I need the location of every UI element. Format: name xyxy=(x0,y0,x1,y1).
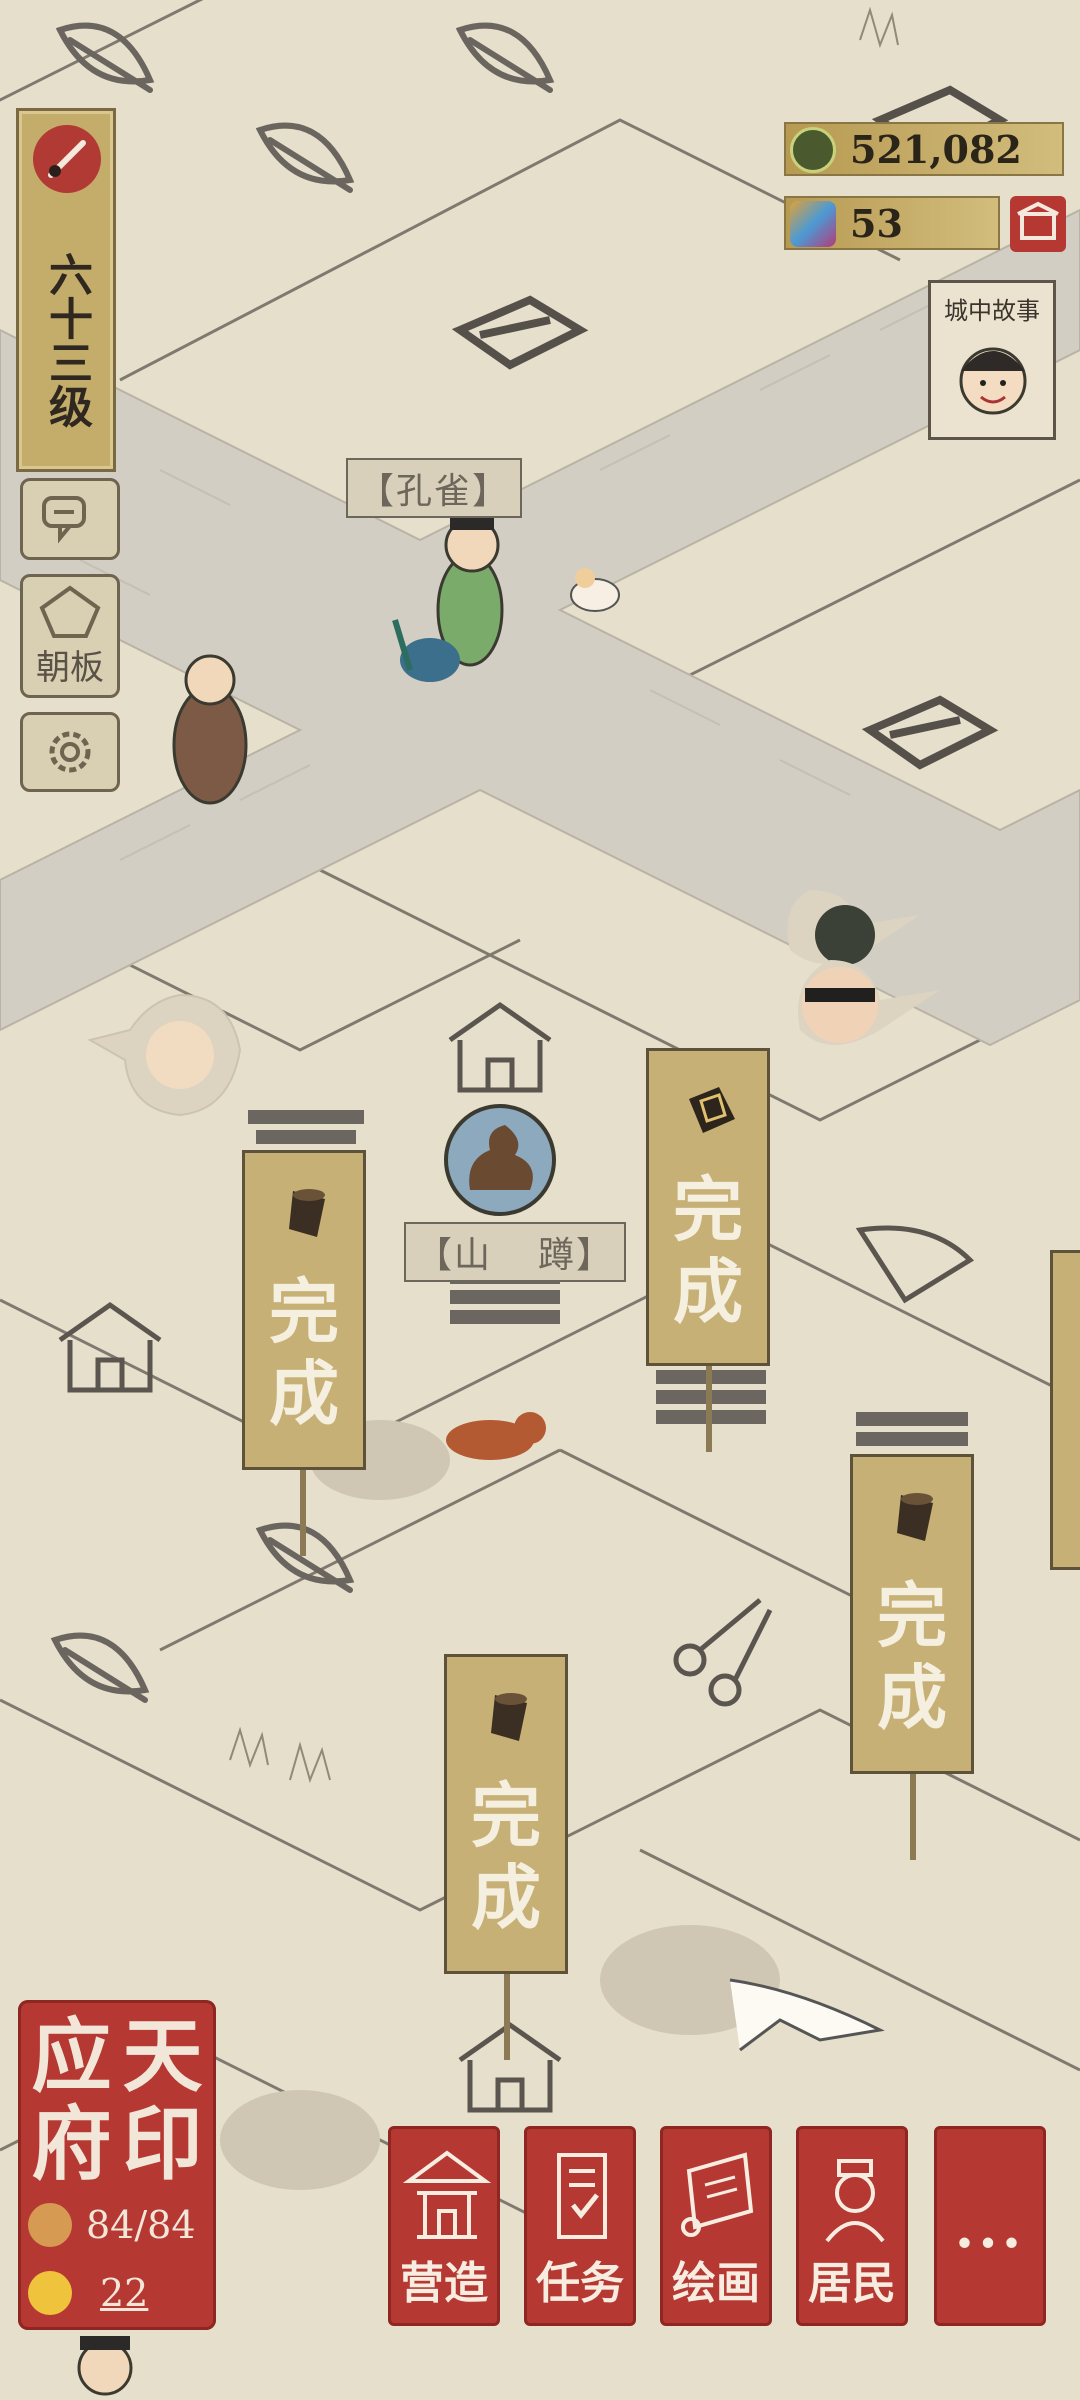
banner-pole xyxy=(706,1366,712,1452)
npc-name-shanjiao-end: 蹲】 xyxy=(538,1235,615,1276)
banner-2-label: 完成 xyxy=(673,1168,743,1333)
completion-banner-1[interactable]: 完成 xyxy=(242,1150,366,1470)
banner-1-label: 完成 xyxy=(269,1270,339,1435)
coin-amount: 521,082 xyxy=(850,126,1022,172)
smiley-icon xyxy=(28,2271,72,2315)
seal-char: 天 xyxy=(122,2009,203,2103)
gem-icon xyxy=(790,201,836,247)
build-label: 营造 xyxy=(400,2258,488,2309)
gear-icon xyxy=(49,731,91,773)
plaque-icon xyxy=(689,1087,735,1133)
board-label: 朝板 xyxy=(36,647,104,688)
seal-title: 应 天 府 印 xyxy=(26,2012,208,2188)
scroll-icon xyxy=(681,2152,754,2237)
banner-pole xyxy=(910,1774,916,1860)
seal-char: 府 xyxy=(31,2097,112,2191)
task-book-icon xyxy=(557,2153,607,2239)
npc-name-shanjiao-start: 【山 xyxy=(416,1235,493,1276)
more-label: ... xyxy=(954,2195,1026,2261)
build-button[interactable]: 营造 xyxy=(388,2126,500,2326)
population-row: 84/84 xyxy=(28,2200,210,2250)
storyteller-portrait-icon xyxy=(959,347,1027,415)
level-panel[interactable]: 六十三级 xyxy=(16,108,116,472)
board-pentagon-icon xyxy=(39,585,101,638)
more-button[interactable]: ... xyxy=(934,2126,1046,2326)
completion-banner-4[interactable]: 完成 xyxy=(444,1654,568,1974)
seal-char: 应 xyxy=(31,2009,112,2103)
shop-icon xyxy=(1017,201,1059,240)
gem-counter[interactable]: 53 xyxy=(784,196,1000,250)
coin-icon xyxy=(790,127,836,173)
painting-label: 绘画 xyxy=(672,2258,760,2309)
banner-4-label: 完成 xyxy=(471,1774,541,1939)
chat-button[interactable] xyxy=(20,478,120,560)
prefecture-seal-panel[interactable]: 应 天 府 印 84/84 22 xyxy=(18,2000,216,2330)
resident-portrait-icon xyxy=(825,2159,885,2243)
chat-bubbles-icon xyxy=(42,496,86,544)
city-story-button[interactable]: 城中故事 xyxy=(928,280,1056,440)
city-story-label: 城中故事 xyxy=(944,297,1040,325)
banner-pole xyxy=(504,1974,510,2060)
board-button[interactable]: 朝板 xyxy=(20,574,120,698)
completion-banner-2[interactable]: 完成 xyxy=(646,1048,770,1366)
banner-pole xyxy=(300,1470,306,1556)
wood-log-icon xyxy=(289,1189,325,1237)
player-level: 六十三级 xyxy=(41,252,92,428)
banner-3-label: 完成 xyxy=(877,1574,947,1739)
gem-amount: 53 xyxy=(850,200,903,246)
coin-counter[interactable]: 521,082 xyxy=(784,122,1064,176)
npc-name-peacock[interactable]: 【孔雀】 xyxy=(346,458,523,518)
painting-button[interactable]: 绘画 xyxy=(660,2126,772,2326)
tasks-button[interactable]: 任务 xyxy=(524,2126,636,2326)
npc-name-shanjiao[interactable]: 【山 蹲】 xyxy=(404,1222,627,1282)
tasks-label: 任务 xyxy=(536,2258,624,2309)
population-value: 84/84 xyxy=(86,2203,196,2247)
wood-log-icon xyxy=(491,1693,527,1741)
settings-button[interactable] xyxy=(20,712,120,792)
shop-button[interactable] xyxy=(1010,196,1066,252)
completion-banner-edge[interactable] xyxy=(1050,1250,1080,1570)
residents-label: 居民 xyxy=(808,2258,896,2309)
happiness-row: 22 xyxy=(28,2268,210,2318)
happiness-value: 22 xyxy=(100,2271,149,2315)
brush-seal-icon xyxy=(33,125,101,193)
residents-button[interactable]: 居民 xyxy=(796,2126,908,2326)
completion-banner-3[interactable]: 完成 xyxy=(850,1454,974,1774)
population-icon xyxy=(28,2203,72,2247)
pavilion-icon xyxy=(403,2150,491,2239)
seal-char: 印 xyxy=(122,2097,203,2191)
wood-log-icon xyxy=(897,1493,933,1541)
